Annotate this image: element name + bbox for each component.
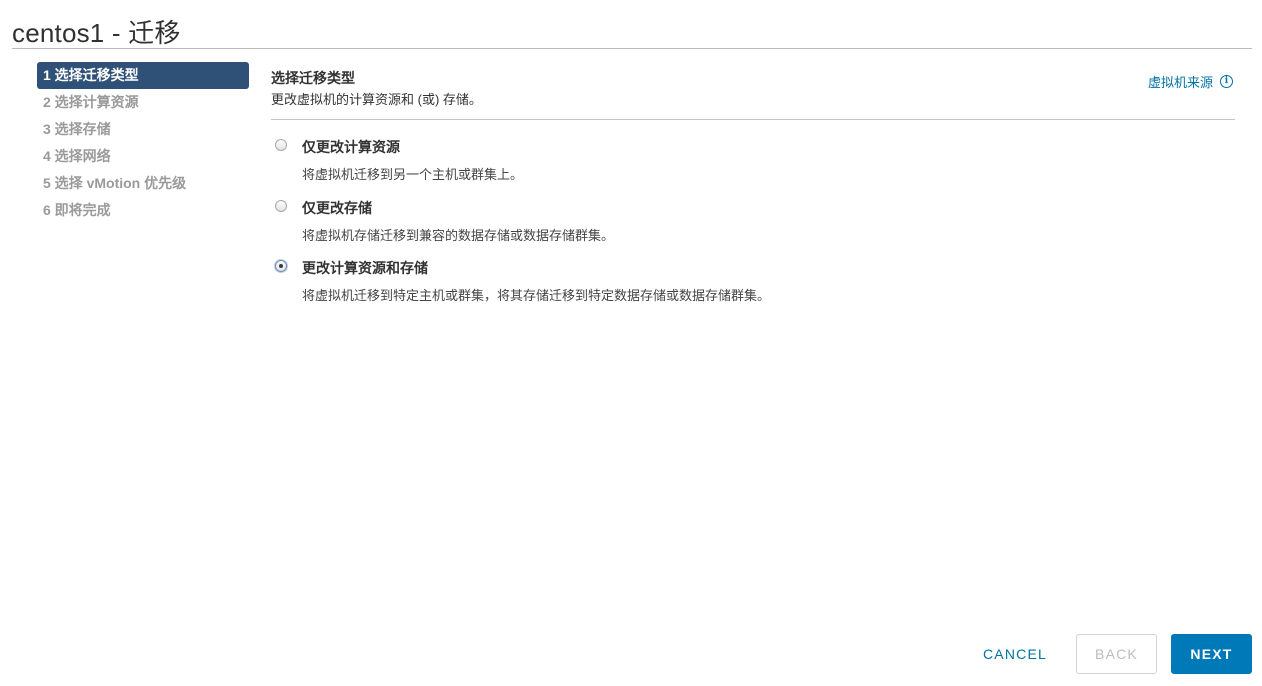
info-icon[interactable]: i xyxy=(1220,75,1233,88)
radio-compute-and-storage[interactable] xyxy=(275,260,287,272)
page-title: centos1 - 迁移 xyxy=(12,18,181,48)
vm-origin-link[interactable]: 虚拟机来源 i xyxy=(1148,72,1233,91)
cancel-button[interactable]: CANCEL xyxy=(972,634,1058,674)
title-divider xyxy=(12,48,1252,49)
section-subtitle: 更改虚拟机的计算资源和 (或) 存储。 xyxy=(271,92,482,107)
main-header: 选择迁移类型 更改虚拟机的计算资源和 (或) 存储。 虚拟机来源 i xyxy=(271,68,1235,109)
step-select-network[interactable]: 4 选择网络 xyxy=(37,143,249,170)
next-button[interactable]: NEXT xyxy=(1171,634,1252,674)
step-select-vmotion-priority[interactable]: 5 选择 vMotion 优先级 xyxy=(37,170,249,197)
option-label[interactable]: 仅更改计算资源 xyxy=(302,137,400,157)
vm-origin-link-label: 虚拟机来源 xyxy=(1147,75,1213,90)
header-divider xyxy=(271,119,1235,120)
step-ready-to-complete[interactable]: 6 即将完成 xyxy=(37,197,249,224)
wizard-steps: 1 选择迁移类型 2 选择计算资源 3 选择存储 4 选择网络 5 选择 vMo… xyxy=(37,62,249,224)
back-button[interactable]: BACK xyxy=(1076,634,1157,674)
option-label[interactable]: 仅更改存储 xyxy=(302,198,372,218)
option-description: 将虚拟机迁移到特定主机或群集，将其存储迁移到特定数据存储或数据存储群集。 xyxy=(302,288,771,303)
option-description: 将虚拟机存储迁移到兼容的数据存储或数据存储群集。 xyxy=(302,228,615,243)
step-select-migration-type[interactable]: 1 选择迁移类型 xyxy=(37,62,249,89)
radio-compute-only[interactable] xyxy=(275,139,287,151)
option-label[interactable]: 更改计算资源和存储 xyxy=(302,258,428,278)
step-select-storage[interactable]: 3 选择存储 xyxy=(37,116,249,143)
step-select-compute-resource[interactable]: 2 选择计算资源 xyxy=(37,89,249,116)
section-title: 选择迁移类型 xyxy=(271,70,355,86)
option-description: 将虚拟机迁移到另一个主机或群集上。 xyxy=(302,167,524,182)
radio-storage-only[interactable] xyxy=(275,200,287,212)
